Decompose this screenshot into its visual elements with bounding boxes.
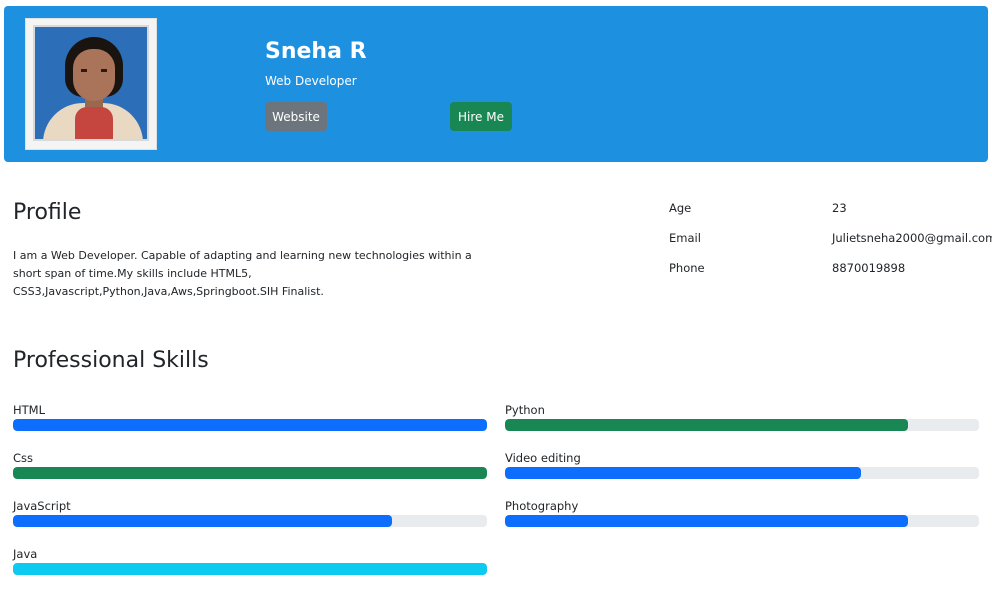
skill-python: Python	[505, 403, 979, 431]
progress-track	[13, 419, 487, 431]
age-label: Age	[669, 201, 692, 215]
email-value: Julietsneha2000@gmail.com	[832, 231, 992, 245]
profile-description: I am a Web Developer. Capable of adaptin…	[13, 249, 472, 298]
progress-track	[505, 419, 979, 431]
progress-track	[505, 515, 979, 527]
age-value: 23	[832, 201, 847, 215]
profile-photo	[25, 18, 157, 150]
skill-html: HTML	[13, 403, 487, 431]
skill-css: Css	[13, 451, 487, 479]
progress-track	[505, 467, 979, 479]
skill-label: Photography	[505, 499, 579, 513]
skill-photography: Photography	[505, 499, 979, 527]
profile-header: Sneha R Web Developer Website Hire Me	[4, 6, 988, 162]
progress-track	[13, 467, 487, 479]
progress-track	[13, 515, 487, 527]
skill-label: JavaScript	[13, 499, 71, 513]
profile-name: Sneha R	[265, 39, 367, 64]
progress-bar	[505, 419, 908, 431]
skill-java: Java	[13, 547, 487, 575]
skills-heading: Professional Skills	[13, 348, 209, 373]
avatar	[33, 25, 149, 141]
profile-heading: Profile	[13, 200, 82, 225]
progress-bar	[13, 419, 487, 431]
progress-bar	[505, 515, 908, 527]
phone-value: 8870019898	[832, 261, 906, 275]
skill-label: Video editing	[505, 451, 581, 465]
progress-bar	[13, 563, 487, 575]
progress-bar	[13, 467, 487, 479]
skill-label: Python	[505, 403, 545, 417]
profile-role: Web Developer	[265, 74, 357, 88]
phone-label: Phone	[669, 261, 705, 275]
hire-me-button[interactable]: Hire Me	[450, 102, 512, 131]
email-label: Email	[669, 231, 701, 245]
skill-label: Css	[13, 451, 34, 465]
website-button[interactable]: Website	[265, 102, 327, 131]
skill-video-editing: Video editing	[505, 451, 979, 479]
skill-javascript: JavaScript	[13, 499, 487, 527]
progress-bar	[505, 467, 861, 479]
progress-bar	[13, 515, 393, 527]
skill-label: HTML	[13, 403, 46, 417]
progress-track	[13, 563, 487, 575]
skill-label: Java	[13, 547, 38, 561]
